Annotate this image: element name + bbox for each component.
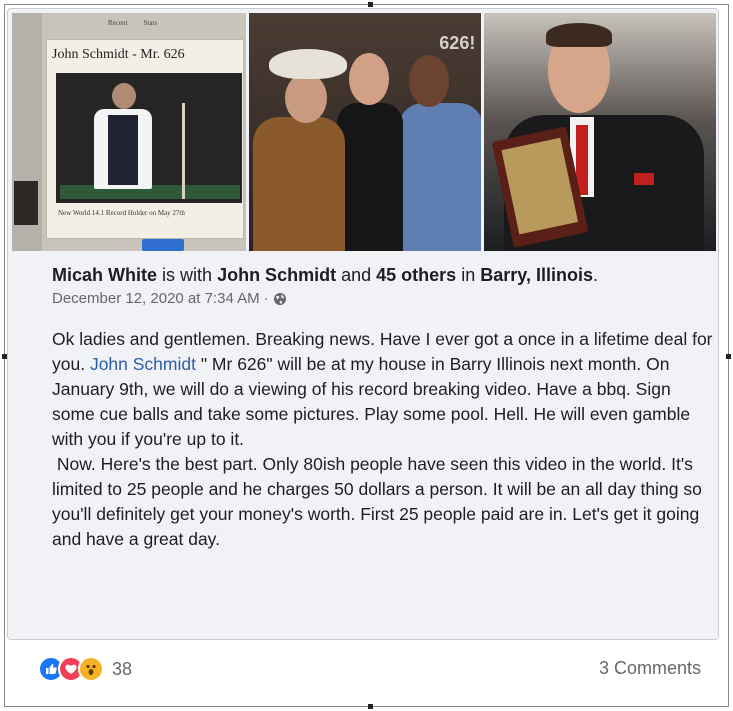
post-paragraph: Now. Here's the best part. Only 80ish pe… <box>52 452 716 552</box>
reaction-summary[interactable]: 38 <box>38 656 132 682</box>
title-period: . <box>592 265 598 285</box>
photo-three-men[interactable]: 626! <box>248 13 482 251</box>
page-title: John Schmidt - Mr. 626 <box>52 47 185 62</box>
frame-handle <box>368 2 373 7</box>
pocket-square <box>634 173 655 185</box>
and-text: and <box>341 265 372 285</box>
globe-icon[interactable] <box>273 292 287 306</box>
person-suit <box>398 103 482 251</box>
timestamp-link[interactable]: December 12, 2020 at 7:34 AM <box>52 290 260 307</box>
with-text: is with <box>162 265 213 285</box>
banner-text: 626! <box>439 33 476 53</box>
photo-man-with-plaque[interactable] <box>484 13 716 251</box>
location-link[interactable]: Barry, Illinois <box>480 265 593 285</box>
person-face <box>408 55 449 107</box>
post-header: Micah White is with John Schmidt and 45 … <box>52 265 712 307</box>
meta-separator: · <box>263 290 269 307</box>
person-face <box>284 73 327 123</box>
author-link[interactable]: Micah White <box>52 265 157 285</box>
reaction-count: 38 <box>112 658 133 679</box>
tagged-others-link[interactable]: 45 others <box>376 265 456 285</box>
page-sidebar-image <box>12 13 42 251</box>
post-meta: December 12, 2020 at 7:34 AM · <box>52 290 712 307</box>
player-vest <box>108 115 138 185</box>
post-title-line: Micah White is with John Schmidt and 45 … <box>52 265 712 286</box>
video-caption: New World 14.1 Record Holder on May 27th <box>58 209 185 217</box>
post-paragraph: Ok ladies and gentlemen. Breaking news. … <box>52 327 716 452</box>
photo-collage: Recent Stats John Schmidt - Mr. 626 New … <box>12 13 716 251</box>
wow-icon <box>78 656 104 682</box>
frame-handle <box>726 354 731 359</box>
page-tab: Stats <box>143 19 158 27</box>
page-button <box>142 239 184 251</box>
pool-cue <box>182 103 185 199</box>
photo-record-page[interactable]: Recent Stats John Schmidt - Mr. 626 New … <box>12 13 246 251</box>
post-text-part: Now. Here's the best part. Only 80ish pe… <box>52 454 702 549</box>
person-hat <box>268 49 347 79</box>
mention-link[interactable]: John Schmidt <box>90 354 196 374</box>
comments-count-link[interactable]: 3 Comments <box>599 658 701 679</box>
page-tabs: Recent Stats <box>108 19 157 27</box>
person-jacket <box>252 117 345 251</box>
person-hair <box>546 23 613 47</box>
in-text: in <box>461 265 476 285</box>
player-head <box>112 83 136 109</box>
tagged-person-link[interactable]: John Schmidt <box>217 265 336 285</box>
frame-handle <box>368 704 373 709</box>
post-text: Ok ladies and gentlemen. Breaking news. … <box>52 327 716 552</box>
person-shirt <box>336 103 403 251</box>
facebook-post: Recent Stats John Schmidt - Mr. 626 New … <box>7 8 719 640</box>
person-face <box>348 53 389 105</box>
page-tab: Recent <box>108 19 128 27</box>
